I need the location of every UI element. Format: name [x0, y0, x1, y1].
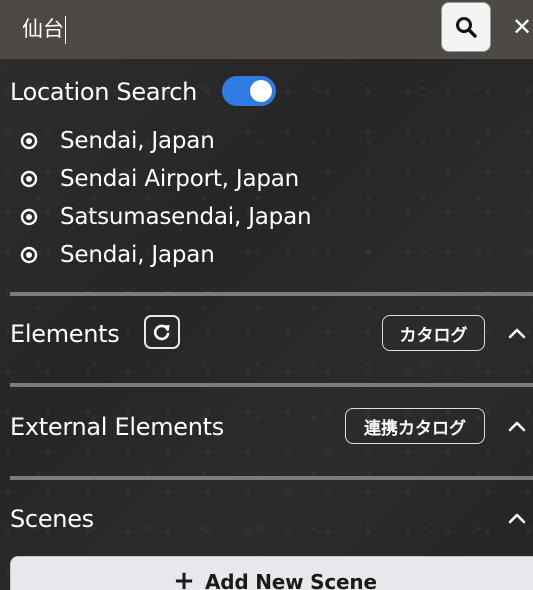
section-divider — [10, 476, 533, 480]
target-icon — [18, 206, 40, 228]
target-icon — [18, 244, 40, 266]
location-result-item[interactable]: Sendai, Japan — [18, 236, 311, 274]
refresh-icon — [153, 324, 170, 341]
location-search-header: Location Search — [10, 72, 197, 112]
location-search-title: Location Search — [10, 78, 198, 106]
side-panel: 仙台 ✕ Location Search Sendai, Japan Senda… — [0, 0, 533, 590]
plus-icon: + — [173, 566, 195, 590]
location-result-item[interactable]: Sendai Airport, Japan — [18, 160, 311, 198]
chevron-up-icon[interactable] — [505, 321, 529, 345]
location-result-item[interactable]: Satsumasendai, Japan — [18, 198, 312, 236]
text-caret — [65, 16, 66, 44]
section-divider — [10, 292, 533, 296]
location-result-item[interactable]: Sendai, Japan — [18, 122, 311, 160]
external-elements-title: External Elements — [10, 413, 224, 441]
scenes-title: Scenes — [10, 505, 94, 533]
close-icon: ✕ — [511, 13, 533, 41]
location-result-label: Sendai, Japan — [60, 242, 215, 268]
target-icon — [18, 168, 40, 190]
location-search-toggle[interactable] — [222, 76, 276, 106]
chevron-up-icon[interactable] — [505, 506, 529, 530]
elements-section-header: Elements カタログ — [10, 312, 533, 356]
location-result-label: Sendai Airport, Japan — [60, 166, 300, 192]
section-divider — [10, 383, 533, 387]
toggle-knob — [250, 80, 272, 102]
add-new-scene-label: Add New Scene — [204, 570, 377, 590]
location-result-label: Satsumasendai, Japan — [60, 204, 312, 230]
chevron-up-icon[interactable] — [505, 414, 529, 438]
linked-catalog-button[interactable]: 連携カタログ — [345, 408, 485, 444]
location-result-label: Sendai, Japan — [60, 128, 215, 154]
location-results-list: Sendai, Japan Sendai Airport, Japan Sats… — [18, 122, 312, 274]
search-icon — [456, 17, 477, 38]
target-icon — [18, 130, 40, 152]
search-button[interactable] — [441, 2, 491, 52]
refresh-button[interactable] — [144, 315, 180, 349]
catalog-button[interactable]: カタログ — [382, 315, 485, 351]
search-input-value: 仙台 — [22, 17, 64, 41]
close-button[interactable]: ✕ — [511, 12, 533, 42]
search-bar: 仙台 ✕ — [0, 0, 533, 59]
scenes-section-header: Scenes — [10, 497, 533, 541]
elements-title: Elements — [10, 320, 120, 348]
search-input[interactable]: 仙台 — [22, 12, 422, 46]
external-elements-section-header: External Elements 連携カタログ — [10, 405, 533, 449]
add-new-scene-button[interactable]: + Add New Scene — [10, 556, 533, 590]
